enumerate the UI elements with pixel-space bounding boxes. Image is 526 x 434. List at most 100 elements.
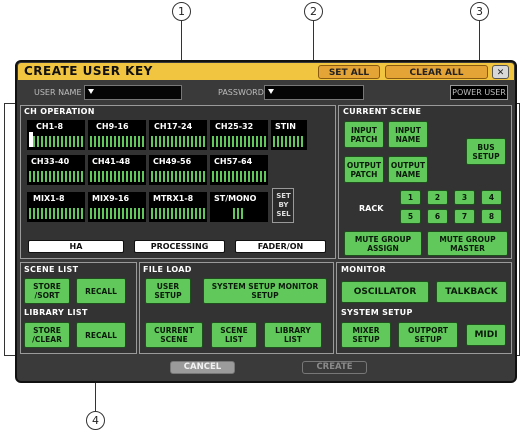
processing-button[interactable]: PROCESSING: [134, 240, 225, 253]
ch-block[interactable]: CH33-40: [27, 155, 85, 185]
bracket-left: [4, 103, 5, 356]
ch-block-label: CH57-64: [214, 157, 253, 166]
fader-meters: [233, 208, 245, 219]
talkback-button[interactable]: TALKBACK: [436, 281, 507, 303]
rack-label: RACK: [359, 204, 384, 213]
rack-8-button[interactable]: 8: [481, 209, 502, 224]
mute-group-assign-button[interactable]: MUTE GROUP ASSIGN: [344, 231, 422, 256]
ch-block-label: CH33-40: [31, 157, 70, 166]
bracket-right: [519, 103, 520, 356]
ch-block[interactable]: MTRX1-8: [149, 192, 207, 222]
ch-block[interactable]: CH1-8: [27, 120, 85, 150]
password-field[interactable]: [264, 85, 364, 100]
bus-setup-button[interactable]: BUS SETUP: [466, 138, 506, 165]
fader-meters: [151, 171, 205, 182]
rack-4-button[interactable]: 4: [481, 190, 502, 205]
fader-on-button[interactable]: FADER/ON: [235, 240, 326, 253]
ch-block-label: CH25-32: [215, 122, 254, 131]
fader-meters: [212, 171, 266, 182]
ch-block[interactable]: CH49-56: [149, 155, 207, 185]
fader-meters: [90, 136, 144, 147]
ch-block-label: MIX1-8: [33, 194, 65, 203]
callout-3: 3: [470, 2, 489, 21]
scene-list-load-button[interactable]: SCENE LIST: [211, 322, 257, 348]
callout-1: 1: [172, 2, 191, 21]
cancel-button[interactable]: CANCEL: [170, 361, 235, 374]
output-name-button[interactable]: OUTPUT NAME: [388, 156, 428, 183]
scene-list-title: SCENE LIST: [24, 265, 79, 274]
ch-block[interactable]: MIX1-8: [27, 192, 85, 222]
fader-meters: [29, 208, 83, 219]
dropdown-arrow-icon: [88, 89, 94, 94]
close-icon[interactable]: ✕: [492, 65, 509, 79]
ch-block[interactable]: ST/MONO: [210, 192, 268, 222]
ch-block-label: STIN: [275, 122, 296, 131]
system-monitor-setup-button[interactable]: SYSTEM SETUP MONITOR SETUP: [203, 278, 327, 304]
library-list-load-button[interactable]: LIBRARY LIST: [264, 322, 322, 348]
ch-block-label: MTRX1-8: [153, 194, 194, 203]
fader-meters: [29, 171, 83, 182]
midi-button[interactable]: MIDI: [466, 324, 506, 346]
rack-6-button[interactable]: 6: [427, 209, 448, 224]
ch-block-label: ST/MONO: [214, 194, 257, 203]
ch-block[interactable]: CH9-16: [88, 120, 146, 150]
callout-2: 2: [304, 2, 323, 21]
ha-button[interactable]: HA: [28, 240, 124, 253]
ch-block-label: CH41-48: [92, 157, 131, 166]
password-label: PASSWORD: [218, 88, 264, 97]
library-recall-button[interactable]: RECALL: [76, 322, 126, 348]
fader-meters: [151, 208, 205, 219]
ch-block[interactable]: CH57-64: [210, 155, 268, 185]
ch-block-label: CH17-24: [154, 122, 193, 131]
oscillator-button[interactable]: OSCILLATOR: [341, 281, 429, 303]
outport-setup-button[interactable]: OUTPORT SETUP: [398, 322, 458, 348]
rack-1-button[interactable]: 1: [400, 190, 421, 205]
fader-meters: [212, 136, 266, 147]
rack-2-button[interactable]: 2: [427, 190, 448, 205]
fader-meters: [90, 208, 144, 219]
store-sort-button[interactable]: STORE /SORT: [24, 278, 70, 304]
user-setup-button[interactable]: USER SETUP: [145, 278, 191, 304]
monitor-title: MONITOR: [341, 265, 386, 274]
clear-all-button[interactable]: CLEAR ALL: [385, 65, 488, 79]
fader-meters: [29, 136, 83, 147]
output-patch-button[interactable]: OUTPUT PATCH: [344, 156, 384, 183]
current-scene-title: CURRENT SCENE: [343, 107, 422, 116]
scene-recall-button[interactable]: RECALL: [76, 278, 126, 304]
ch-block-label: CH9-16: [96, 122, 129, 131]
callout-4: 4: [86, 411, 105, 430]
ch-block[interactable]: CH25-32: [210, 120, 268, 150]
ch-block[interactable]: CH17-24: [149, 120, 207, 150]
selection-cursor: [29, 132, 33, 147]
library-list-title: LIBRARY LIST: [24, 308, 88, 317]
user-name-label: USER NAME: [34, 88, 82, 97]
fader-meters: [273, 136, 305, 147]
create-button[interactable]: CREATE: [302, 361, 367, 374]
ch-block-label: MIX9-16: [92, 194, 130, 203]
ch-block[interactable]: CH41-48: [88, 155, 146, 185]
set-all-button[interactable]: SET ALL: [318, 65, 380, 79]
ch-block[interactable]: MIX9-16: [88, 192, 146, 222]
input-patch-button[interactable]: INPUT PATCH: [344, 121, 384, 148]
input-name-button[interactable]: INPUT NAME: [388, 121, 428, 148]
file-load-title: FILE LOAD: [143, 265, 192, 274]
dialog-title: CREATE USER KEY: [24, 64, 153, 78]
rack-3-button[interactable]: 3: [454, 190, 475, 205]
user-name-field[interactable]: [84, 85, 182, 100]
ch-operation-title: CH OPERATION: [24, 107, 95, 116]
set-by-sel-label: SET BY SEL: [276, 192, 291, 218]
mute-group-master-button[interactable]: MUTE GROUP MASTER: [427, 231, 508, 256]
fader-meters: [90, 171, 144, 182]
fader-meters: [151, 136, 205, 147]
current-scene-load-button[interactable]: CURRENT SCENE: [145, 322, 203, 348]
ch-block-label: CH1-8: [36, 122, 64, 131]
rack-5-button[interactable]: 5: [400, 209, 421, 224]
store-clear-button[interactable]: STORE /CLEAR: [24, 322, 70, 348]
ch-block-label: CH49-56: [153, 157, 192, 166]
rack-7-button[interactable]: 7: [454, 209, 475, 224]
ch-block[interactable]: STIN: [271, 120, 307, 150]
mixer-setup-button[interactable]: MIXER SETUP: [341, 322, 391, 348]
set-by-sel-button[interactable]: SET BY SEL: [272, 188, 294, 223]
system-setup-title: SYSTEM SETUP: [341, 308, 413, 317]
power-user-badge: POWER USER: [450, 85, 508, 100]
